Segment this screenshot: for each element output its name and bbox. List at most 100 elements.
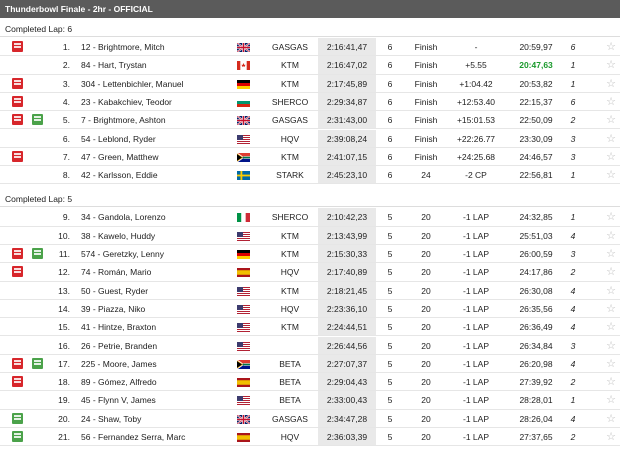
table-row[interactable]: 18. 89 - Gómez, Alfredo BETA 2:29:04,43 5 20 -… [0,373,620,392]
rider-name: 574 - Geretzky, Lenny [81,249,164,259]
rider-name: 45 - Flynn V, James [81,395,156,406]
green-tag-icon [12,431,23,442]
best-lap-number: 3 [570,133,576,144]
favorite-star-icon[interactable]: ☆ [605,111,617,129]
row-indicators [12,376,32,388]
laps: 5 [387,249,393,259]
flag-us-icon [237,323,250,333]
laps: 6 [387,60,393,71]
status: 20 [421,285,431,296]
table-row[interactable]: 19. 45 - Flynn V, James BETA 2:33:00,43 5 20 -… [0,391,620,410]
table-row[interactable]: 8. 42 - Karlsson, Eddie STARK 2:45:23,10 6 24… [0,166,620,185]
table-row[interactable]: 7. 47 - Green, Matthew KTM 2:41:07,15 6 Finis… [0,147,620,167]
table-row[interactable]: 16. 26 - Petrie, Branden 2:26:44,56 5 20 -1 L… [0,336,620,355]
table-row[interactable]: 14. 39 - Piazza, Niko HQV 2:23:36,10 5 20 -1 L… [0,299,620,319]
flag-gb-icon [237,43,250,52]
favorite-star-icon[interactable]: ☆ [605,337,617,355]
total-time: 2:39:08,24 [318,129,376,147]
favorite-star-icon[interactable]: ☆ [605,410,617,428]
favorite-star-icon[interactable]: ☆ [605,148,617,166]
total-time: 2:16:47,02 [318,56,376,74]
table-row[interactable]: 1. 12 - Brightmore, Mitch GASGAS 2:16:41,47… [0,38,620,57]
table-row[interactable]: 11. 574 - Geretzky, Lenny KTM 2:15:30,33 5 20… [0,245,620,264]
rider-name: 42 - Karlsson, Eddie [81,170,158,181]
green-tag-icon [32,357,43,369]
favorite-star-icon[interactable]: ☆ [605,300,617,318]
table-row[interactable]: 6. 54 - Leblond, Ryder HQV 2:39:08,24 6 Finis… [0,129,620,148]
best-lap: 26:34,84 [519,340,553,351]
favorite-star-icon[interactable]: ☆ [605,93,617,111]
favorite-star-icon[interactable]: ☆ [605,318,617,336]
table-row[interactable]: 12. 74 - Román, Mario HQV 2:17:40,89 5 20 -1 L… [0,263,620,282]
total-time: 2:24:44,51 [318,318,376,336]
status: 20 [421,432,431,442]
position: 2. [62,60,70,71]
table-row[interactable]: 13. 50 - Guest, Ryder KTM 2:18:21,45 5 20 -1 L… [0,281,620,300]
favorite-star-icon[interactable]: ☆ [605,282,617,300]
rider-name: 26 - Petrie, Branden [81,340,158,351]
table-row[interactable]: 4. 23 - Kabakchiev, Teodor SHERCO 2:29:34,8… [0,92,620,112]
favorite-star-icon[interactable]: ☆ [605,428,617,446]
position: 17. [58,358,70,369]
position: 12. [58,267,70,278]
position: 10. [58,230,70,241]
status: Finish [414,78,438,89]
favorite-star-icon[interactable]: ☆ [605,227,617,245]
row-indicators [12,95,32,108]
row-indicators [12,150,32,163]
status: 20 [421,358,431,369]
table-row[interactable]: 20. 24 - Shaw, Toby GASGAS 2:34:47,28 5 20 -1 … [0,409,620,428]
gap: +12:53.40 [456,96,496,107]
best-lap-number: 1 [570,78,576,89]
table-row[interactable]: 10. 38 - Kawelo, Huddy KTM 2:13:43,99 5 20 -1 … [0,226,620,245]
rider-name: 24 - Shaw, Toby [81,413,142,424]
table-row[interactable]: 9. 34 - Gandola, Lorenzo SHERCO 2:10:42,23 5… [0,208,620,227]
favorite-star-icon[interactable]: ☆ [605,38,617,56]
flag-ca-icon [237,61,250,71]
table-row[interactable]: 2. 84 - Hart, Trystan KTM 2:16:47,02 6 Finish… [0,56,620,75]
rider-name: 56 - Fernandez Serra, Marc [81,432,186,442]
favorite-star-icon[interactable]: ☆ [605,355,617,373]
best-lap: 26:30,08 [519,285,553,296]
gap: -1 LAP [463,377,489,388]
favorite-star-icon[interactable]: ☆ [605,391,617,409]
favorite-star-icon[interactable]: ☆ [605,56,617,74]
position: 13. [58,285,70,296]
total-time: 2:15:30,33 [318,245,376,263]
flag-gb-icon [237,414,250,424]
table-row[interactable]: 3. 304 - Lettenbichler, Manuel KTM 2:17:45,… [0,74,620,93]
brand: KTM [281,285,299,296]
favorite-star-icon[interactable]: ☆ [605,130,617,148]
flag-se-icon [237,171,250,181]
laps: 6 [387,133,393,144]
favorite-star-icon[interactable]: ☆ [605,166,617,184]
best-lap-number: 1 [570,212,576,223]
favorite-star-icon[interactable]: ☆ [605,245,617,263]
brand: SHERCO [271,212,309,223]
favorite-star-icon[interactable]: ☆ [605,373,617,391]
flag-us-icon [237,231,250,241]
total-time: 2:10:42,23 [318,208,376,226]
status: Finish [414,42,438,52]
row-indicators [12,266,32,278]
position: 9. [62,212,70,223]
table-row[interactable]: 15. 41 - Hintze, Braxton KTM 2:24:44,51 5 20 -… [0,318,620,337]
favorite-star-icon[interactable]: ☆ [605,263,617,281]
favorite-star-icon[interactable]: ☆ [605,75,617,93]
gap: -1 LAP [463,230,489,241]
best-lap: 27:39,92 [519,377,553,388]
brand: GASGAS [272,42,308,52]
table-row[interactable]: 5. 7 - Brightmore, Ashton GASGAS 2:31:43,00… [0,111,620,130]
flag-de-icon [237,79,250,89]
total-time: 2:34:47,28 [318,409,376,427]
table-row[interactable]: 21. 56 - Fernandez Serra, Marc HQV 2:36:03,… [0,428,620,447]
gap: +1:04.42 [459,78,493,89]
table-row[interactable]: 17. 225 - Moore, James BETA 2:27:07,37 5 20 -1… [0,354,620,374]
gap: -1 LAP [463,285,489,296]
total-time: 2:45:23,10 [318,166,376,184]
brand: KTM [281,322,299,333]
gap: -1 LAP [463,249,489,259]
best-lap: 20:47,63 [519,60,553,71]
favorite-star-icon[interactable]: ☆ [605,208,617,226]
results-title: Thunderbowl Finale - 2hr - OFFICIAL [0,0,620,18]
